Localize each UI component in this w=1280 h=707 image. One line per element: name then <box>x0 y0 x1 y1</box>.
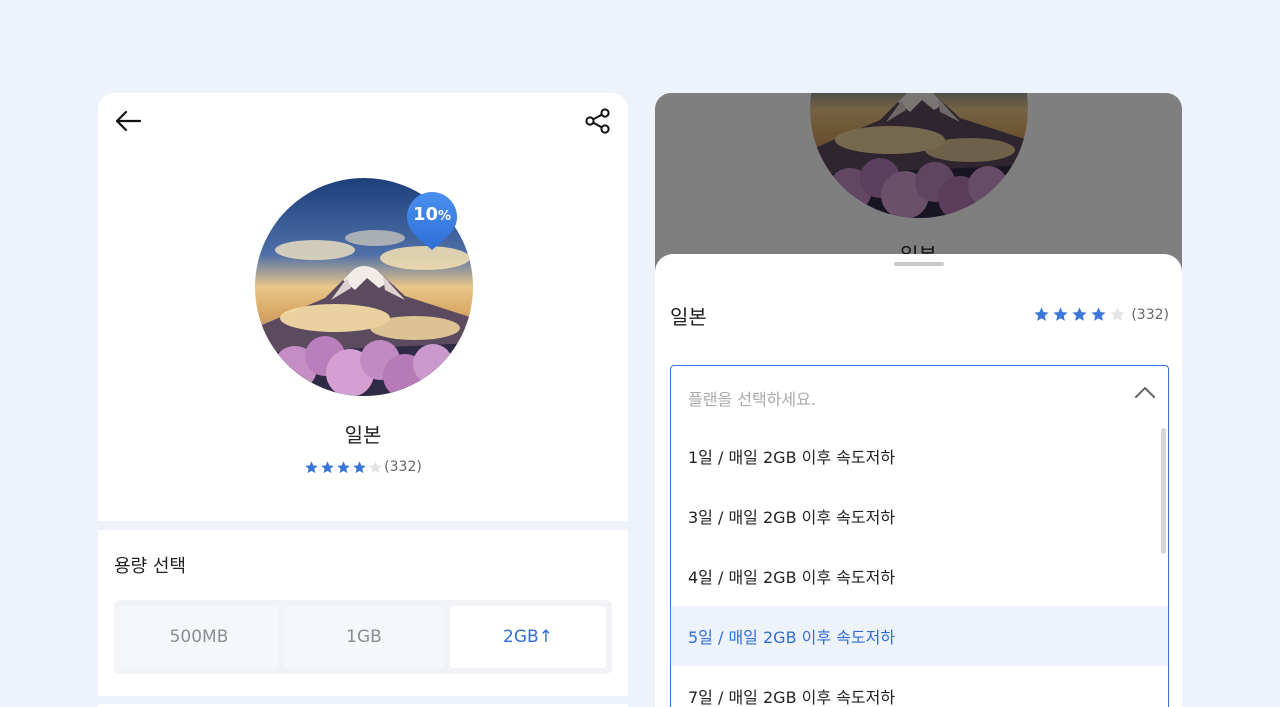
rating-stars <box>304 460 383 475</box>
star-filled-icon <box>304 460 319 475</box>
star-filled-icon <box>1033 306 1050 323</box>
drag-handle[interactable] <box>894 262 944 266</box>
star-filled-icon <box>320 460 335 475</box>
star-filled-icon <box>336 460 351 475</box>
product-detail-card: 10% 일본 (332) <box>98 93 628 521</box>
plan-option[interactable]: 7일 / 매일 2GB 이후 속도저하 <box>671 666 1168 707</box>
plan-option-highlighted[interactable]: 5일 / 매일 2GB 이후 속도저하 <box>671 606 1168 666</box>
page-title: 일본 <box>344 423 382 447</box>
star-filled-icon <box>352 460 367 475</box>
rating-count: (332) <box>384 459 422 475</box>
rating-stars <box>1033 306 1126 323</box>
capacity-option-2gb[interactable]: 2GB↑ <box>450 606 606 668</box>
chevron-up-icon[interactable] <box>1134 384 1156 400</box>
mount-fuji-image <box>810 93 1028 218</box>
bottom-sheet: 일본 (332) 플랜을 선택하세요. 1일 / 매일 2GB 이후 속도저하 … <box>655 254 1182 707</box>
sheet-title: 일본 <box>670 305 707 329</box>
star-empty-icon <box>368 460 383 475</box>
star-filled-icon <box>1052 306 1069 323</box>
star-empty-icon <box>1109 306 1126 323</box>
plan-select-header[interactable]: 플랜을 선택하세요. <box>671 366 1168 426</box>
rating: (332) <box>1033 306 1169 323</box>
share-icon[interactable] <box>584 107 612 135</box>
section-title: 용량 선택 <box>114 556 186 577</box>
capacity-option-1gb[interactable]: 1GB <box>284 606 444 668</box>
rating-count: (332) <box>1131 306 1169 323</box>
plan-option[interactable]: 1일 / 매일 2GB 이후 속도저하 <box>671 426 1168 486</box>
discount-badge-label: 10% <box>412 204 452 225</box>
plan-select-screen: 일본 일본 (332) 플랜을 선택하세요. 1일 / 매일 2GB 이후 속도 <box>655 93 1182 707</box>
plan-select-placeholder: 플랜을 선택하세요. <box>688 390 816 409</box>
rating: (332) <box>98 459 628 475</box>
plan-options-list: 1일 / 매일 2GB 이후 속도저하 3일 / 매일 2GB 이후 속도저하 … <box>671 426 1168 707</box>
star-filled-icon <box>1071 306 1088 323</box>
plan-select[interactable]: 플랜을 선택하세요. 1일 / 매일 2GB 이후 속도저하 3일 / 매일 2… <box>670 365 1169 707</box>
scrollbar[interactable] <box>1161 428 1166 554</box>
capacity-section: 용량 선택 500MB 1GB 2GB↑ <box>98 530 628 696</box>
arrow-left-icon[interactable] <box>114 109 142 133</box>
capacity-option-500mb[interactable]: 500MB <box>120 606 278 668</box>
plan-option[interactable]: 3일 / 매일 2GB 이후 속도저하 <box>671 486 1168 546</box>
star-filled-icon <box>1090 306 1107 323</box>
plan-option[interactable]: 4일 / 매일 2GB 이후 속도저하 <box>671 546 1168 606</box>
capacity-segmented-control: 500MB 1GB 2GB↑ <box>114 600 612 674</box>
